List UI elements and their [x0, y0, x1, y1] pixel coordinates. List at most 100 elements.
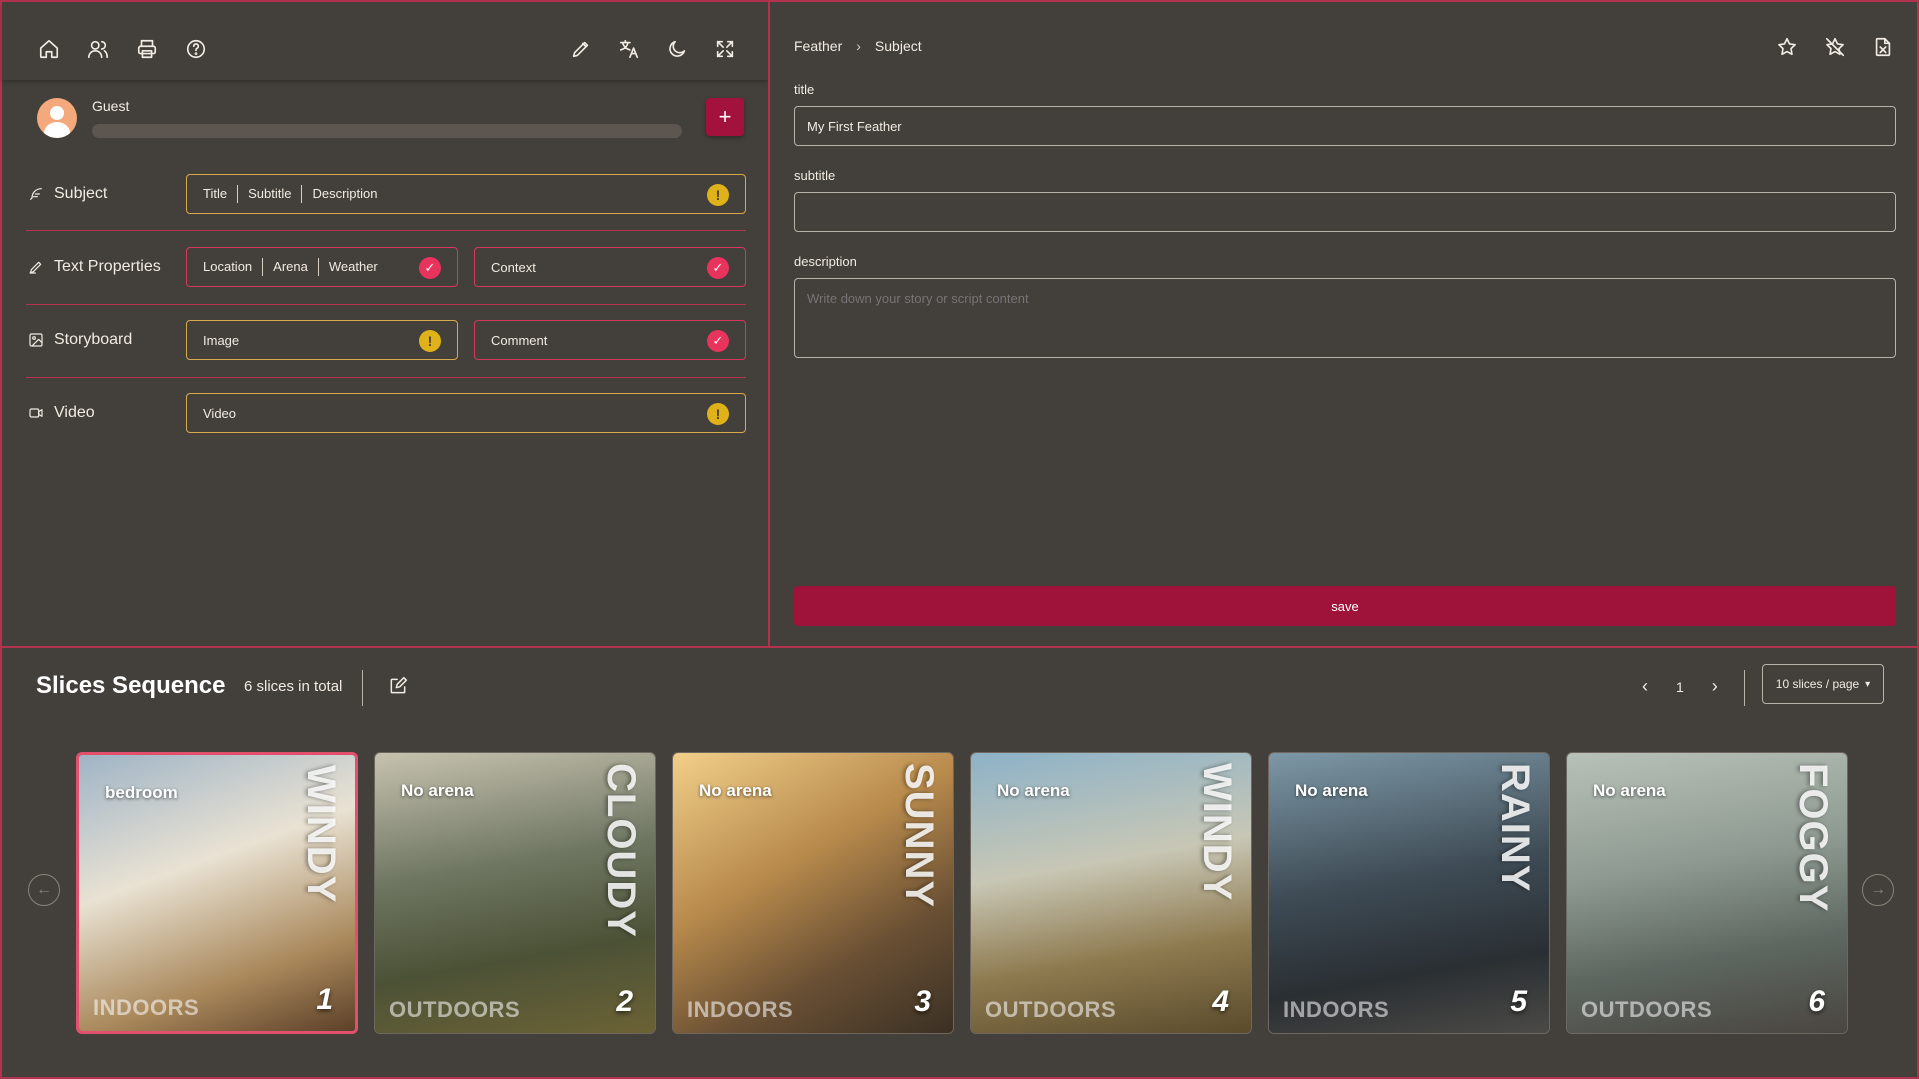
page-size-value: 10 slices / page — [1775, 677, 1860, 691]
slices-sequence-panel: Slices Sequence 6 slices in total ‹ 1 › … — [2, 646, 1917, 1077]
slice-arena: bedroom — [105, 783, 178, 802]
scroll-left-icon[interactable]: ← — [28, 874, 60, 906]
row-storyboard-label: Storyboard — [54, 331, 133, 348]
user-name: Guest — [92, 98, 130, 114]
image-pill[interactable]: Image ! — [186, 320, 458, 360]
slice-place: OUTDOORS — [1581, 997, 1713, 1022]
translate-icon[interactable] — [616, 36, 642, 62]
description-label: description — [794, 254, 857, 269]
current-page[interactable]: 1 — [1676, 679, 1684, 695]
slice-arena: No arena — [401, 781, 474, 800]
subtitle-input[interactable] — [794, 192, 1896, 232]
row-text-properties: Text Properties — [28, 247, 161, 287]
divider — [26, 304, 746, 305]
row-subject-label: Subject — [54, 185, 108, 202]
row-subject: Subject — [28, 174, 107, 214]
row-text-properties-label: Text Properties — [54, 258, 161, 275]
slice-weather: FOGGY — [1791, 763, 1835, 913]
location-segment[interactable]: Location — [203, 258, 262, 276]
slice-weather: WINDY — [299, 765, 343, 904]
slice-place: INDOORS — [1283, 997, 1390, 1022]
subtitle-label: subtitle — [794, 168, 836, 183]
slice-card[interactable]: No arena RAINY INDOORS 5 — [1268, 752, 1550, 1034]
slice-card[interactable]: No arena CLOUDY OUTDOORS 2 — [374, 752, 656, 1034]
context-label: Context — [491, 259, 536, 275]
title-label: title — [794, 82, 815, 97]
slice-arena: No arena — [1593, 781, 1666, 800]
weather-segment[interactable]: Weather — [317, 258, 388, 276]
warning-icon: ! — [419, 330, 441, 352]
subject-subtitle-segment[interactable]: Subtitle — [237, 185, 301, 203]
feather-icon — [30, 188, 42, 200]
slices-count: 6 slices in total — [244, 678, 343, 695]
home-icon[interactable] — [36, 36, 62, 62]
right-pane: Feather › Subject title subtitle descrip… — [768, 2, 1917, 646]
next-page-icon[interactable]: › — [1712, 676, 1718, 697]
warning-icon: ! — [707, 403, 729, 425]
moon-icon[interactable] — [664, 36, 690, 62]
prev-page-icon[interactable]: ‹ — [1642, 676, 1648, 697]
slice-place: OUTDOORS — [389, 997, 521, 1022]
comment-label: Comment — [491, 332, 548, 348]
video-icon — [29, 408, 43, 418]
slice-weather: WINDY — [1195, 763, 1239, 902]
slice-card[interactable]: No arena SUNNY INDOORS 3 — [672, 752, 954, 1034]
help-icon[interactable] — [183, 36, 209, 62]
divider — [362, 670, 363, 706]
image-label: Image — [203, 332, 240, 348]
slice-card[interactable]: No arena WINDY OUTDOORS 4 — [970, 752, 1252, 1034]
description-textarea[interactable] — [794, 278, 1896, 358]
row-video-label: Video — [54, 404, 95, 421]
title-input[interactable] — [794, 106, 1896, 146]
left-pane: Guest + Subject Title Subtitle Descripti… — [2, 2, 768, 646]
export-file-icon[interactable] — [1872, 36, 1896, 60]
breadcrumb-current: Subject — [874, 38, 922, 54]
slice-number: 5 — [1510, 985, 1527, 1018]
check-icon: ✓ — [707, 330, 729, 352]
video-label: Video — [203, 405, 237, 421]
avatar[interactable] — [37, 98, 77, 138]
subject-pill[interactable]: Title Subtitle Description ! — [186, 174, 746, 214]
slice-arena: No arena — [699, 781, 772, 800]
breadcrumb: Feather › Subject — [794, 38, 922, 54]
video-pill[interactable]: Video ! — [186, 393, 746, 433]
row-video: Video — [28, 393, 95, 433]
star-off-icon[interactable] — [1824, 36, 1848, 60]
star-icon[interactable] — [1776, 36, 1800, 60]
row-storyboard: Storyboard — [28, 320, 132, 360]
warning-icon: ! — [707, 184, 729, 206]
user-progress-bar — [92, 124, 682, 138]
subject-title-segment[interactable]: Title — [203, 185, 237, 203]
context-pill[interactable]: Context ✓ — [474, 247, 746, 287]
slice-place: INDOORS — [93, 995, 200, 1020]
edit-icon[interactable] — [388, 676, 412, 700]
breadcrumb-root[interactable]: Feather — [794, 38, 842, 54]
slice-arena: No arena — [1295, 781, 1368, 800]
chevron-right-icon: › — [856, 38, 861, 54]
divider — [26, 377, 746, 378]
pencil-icon[interactable] — [568, 36, 594, 62]
slice-place: OUTDOORS — [985, 997, 1117, 1022]
fullscreen-icon[interactable] — [712, 36, 738, 62]
text-properties-pill[interactable]: Location Arena Weather ✓ — [186, 247, 458, 287]
slice-card[interactable]: bedroom WINDY INDOORS 1 — [76, 752, 358, 1034]
slice-number: 3 — [914, 985, 931, 1018]
pagination: ‹ 1 › — [1642, 676, 1718, 697]
subject-description-segment[interactable]: Description — [301, 185, 387, 203]
slice-weather: RAINY — [1493, 763, 1537, 893]
slice-weather: SUNNY — [897, 763, 941, 909]
comment-pill[interactable]: Comment ✓ — [474, 320, 746, 360]
save-button[interactable]: save — [794, 586, 1896, 626]
check-icon: ✓ — [707, 257, 729, 279]
add-button[interactable]: + — [706, 98, 744, 136]
users-icon[interactable] — [85, 36, 111, 62]
slice-number: 6 — [1808, 985, 1825, 1018]
arena-segment[interactable]: Arena — [262, 258, 318, 276]
scroll-right-icon[interactable]: → — [1862, 874, 1894, 906]
divider — [26, 230, 746, 231]
top-toolbar — [2, 2, 768, 80]
slice-card[interactable]: No arena FOGGY OUTDOORS 6 — [1566, 752, 1848, 1034]
printer-icon[interactable] — [134, 36, 160, 62]
page-size-select[interactable]: 10 slices / page ▾ — [1762, 664, 1884, 704]
slice-arena: No arena — [997, 781, 1070, 800]
